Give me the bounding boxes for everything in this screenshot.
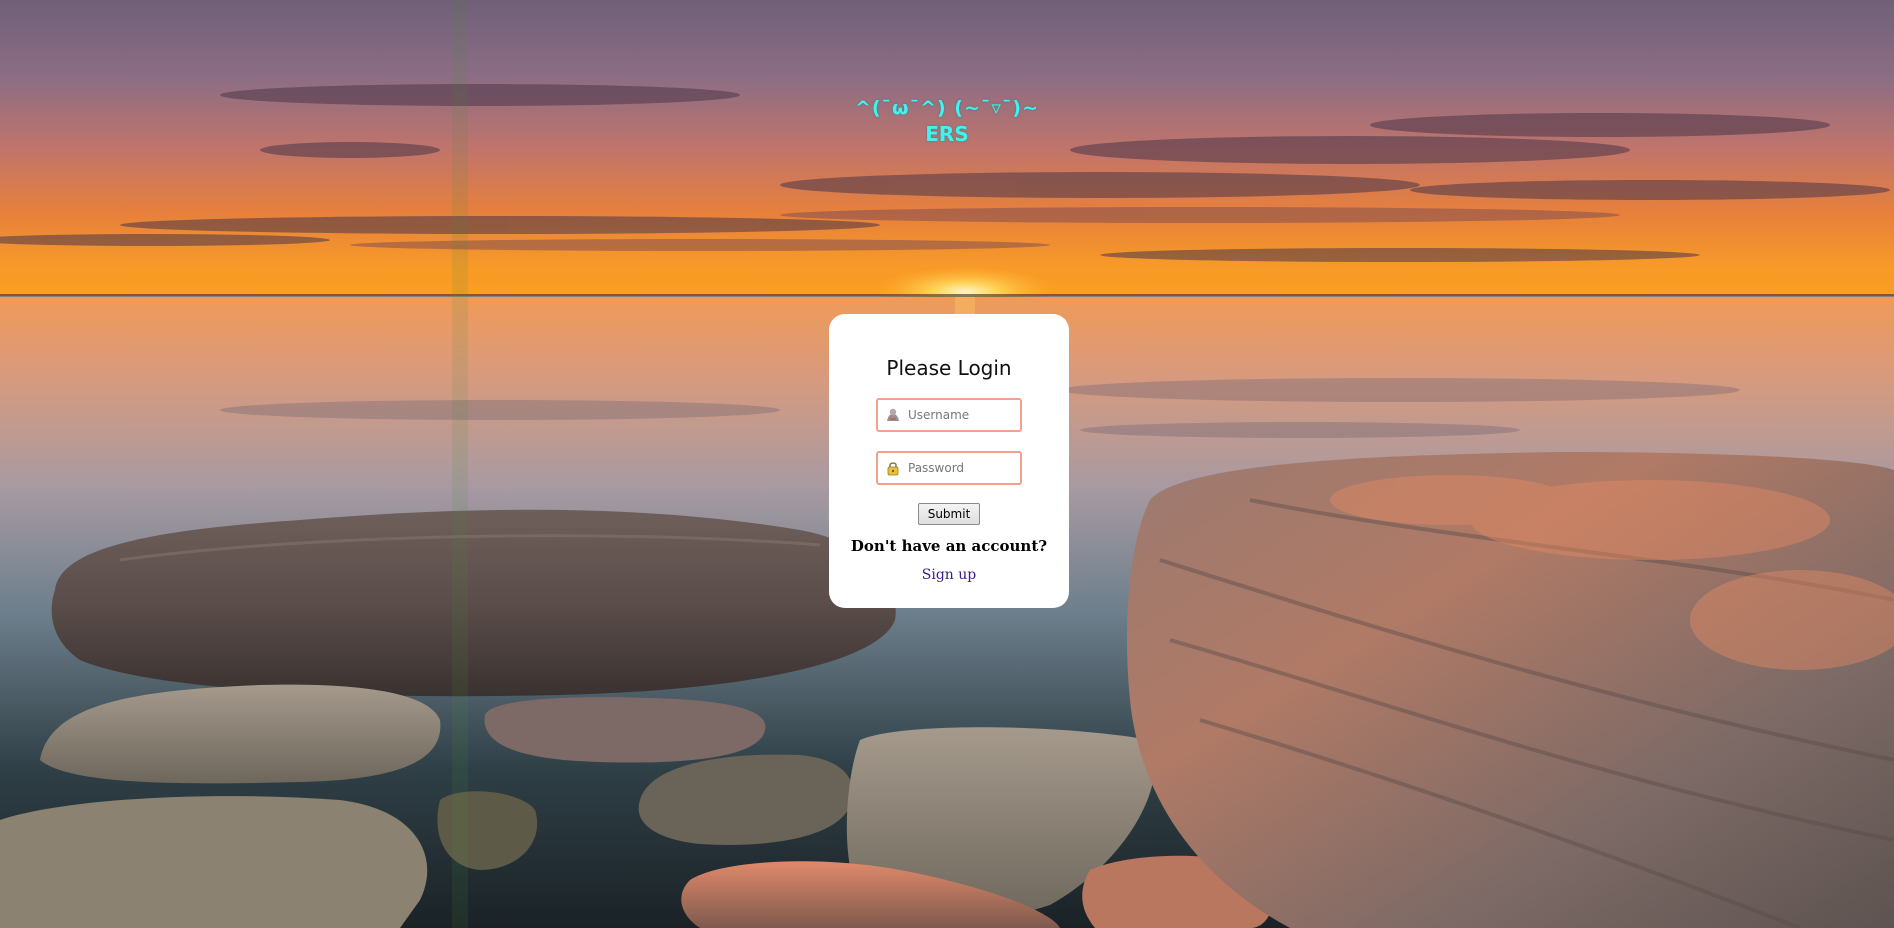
- signup-link[interactable]: Sign up: [922, 566, 976, 584]
- user-icon: [885, 407, 901, 423]
- no-account-text: Don't have an account?: [850, 537, 1048, 555]
- username-field: [876, 398, 1022, 432]
- submit-button[interactable]: Submit: [917, 503, 981, 525]
- login-heading: Please Login: [886, 356, 1012, 380]
- brand-kaomoji: ^(¯ω¯^) (~¯▿¯)~: [854, 97, 1040, 119]
- password-input[interactable]: [908, 453, 1018, 483]
- password-field: [876, 451, 1022, 485]
- username-input[interactable]: [908, 400, 1018, 430]
- login-card: Please Login Submit Don't have an accoun…: [829, 314, 1069, 608]
- brand-header: ^(¯ω¯^) (~¯▿¯)~ ERS: [0, 96, 1894, 146]
- brand-title: ERS: [925, 122, 969, 146]
- padlock-icon: [885, 460, 901, 476]
